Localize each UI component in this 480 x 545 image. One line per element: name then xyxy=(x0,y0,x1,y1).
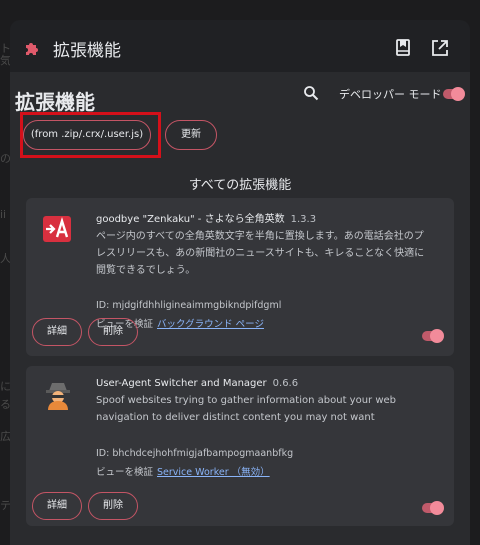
developer-mode-toggle[interactable] xyxy=(443,87,465,101)
inspect-views: ビューを検証 Service Worker （無効） xyxy=(96,467,270,478)
extension-name: User-Agent Switcher and Manager 0.6.6 xyxy=(96,378,299,389)
extension-name: goodbye "Zenkaku" - さよなら全角英数 1.3.3 xyxy=(96,214,317,225)
extension-id: ID: mjdgifdhhligineaimmgbikndpifdgml xyxy=(96,300,282,311)
extension-enable-toggle[interactable] xyxy=(422,501,444,515)
extension-id: ID: bhchdcejhohfmigjafbampogmaanbfkg xyxy=(96,448,294,459)
inspect-link-background-page[interactable]: バックグラウンド ページ xyxy=(157,319,264,330)
puzzle-icon xyxy=(26,43,38,55)
extensions-content: 拡張機能 デベロッパー モード (from .zip/.crx/.user.js… xyxy=(10,72,470,545)
top-bar-title: 拡張機能 xyxy=(53,41,121,61)
extension-version: 0.6.6 xyxy=(272,378,299,389)
developer-mode-label: デベロッパー モード xyxy=(339,88,442,101)
details-button[interactable]: 詳細 xyxy=(32,318,82,346)
top-bar: 拡張機能 xyxy=(10,26,470,72)
extension-card: User-Agent Switcher and Manager 0.6.6 Spo… xyxy=(26,366,454,526)
bookmark-manager-icon[interactable] xyxy=(392,37,414,59)
search-icon[interactable] xyxy=(303,85,319,101)
background-text: ii xyxy=(0,208,7,221)
extension-enable-toggle[interactable] xyxy=(422,329,444,343)
spy-agent-icon xyxy=(46,383,70,410)
remove-button[interactable]: 削除 xyxy=(88,318,138,346)
zenkaku-a-icon xyxy=(43,216,71,242)
update-button[interactable]: 更新 xyxy=(165,120,217,150)
extension-description: ページ内のすべての全角英数文字を半角に置換します。あの電話会社のプレスリリースも… xyxy=(96,231,425,276)
inspect-link-service-worker[interactable]: Service Worker （無効） xyxy=(157,467,270,478)
details-button[interactable]: 詳細 xyxy=(32,492,82,520)
extension-version: 1.3.3 xyxy=(290,214,317,225)
extensions-sheet: 拡張機能 拡張機能 デベロッパー モード (from .zip/.crx/.us… xyxy=(10,20,470,545)
remove-button[interactable]: 削除 xyxy=(88,492,138,520)
section-title: すべての拡張機能 xyxy=(188,178,292,193)
extension-card: goodbye "Zenkaku" - さよなら全角英数 1.3.3 ページ内のす… xyxy=(26,198,454,356)
page-title: 拡張機能 xyxy=(15,90,95,114)
highlight-box xyxy=(20,112,161,158)
open-in-new-icon[interactable] xyxy=(429,37,451,59)
extension-description: Spoof websites trying to gather informat… xyxy=(96,395,397,423)
